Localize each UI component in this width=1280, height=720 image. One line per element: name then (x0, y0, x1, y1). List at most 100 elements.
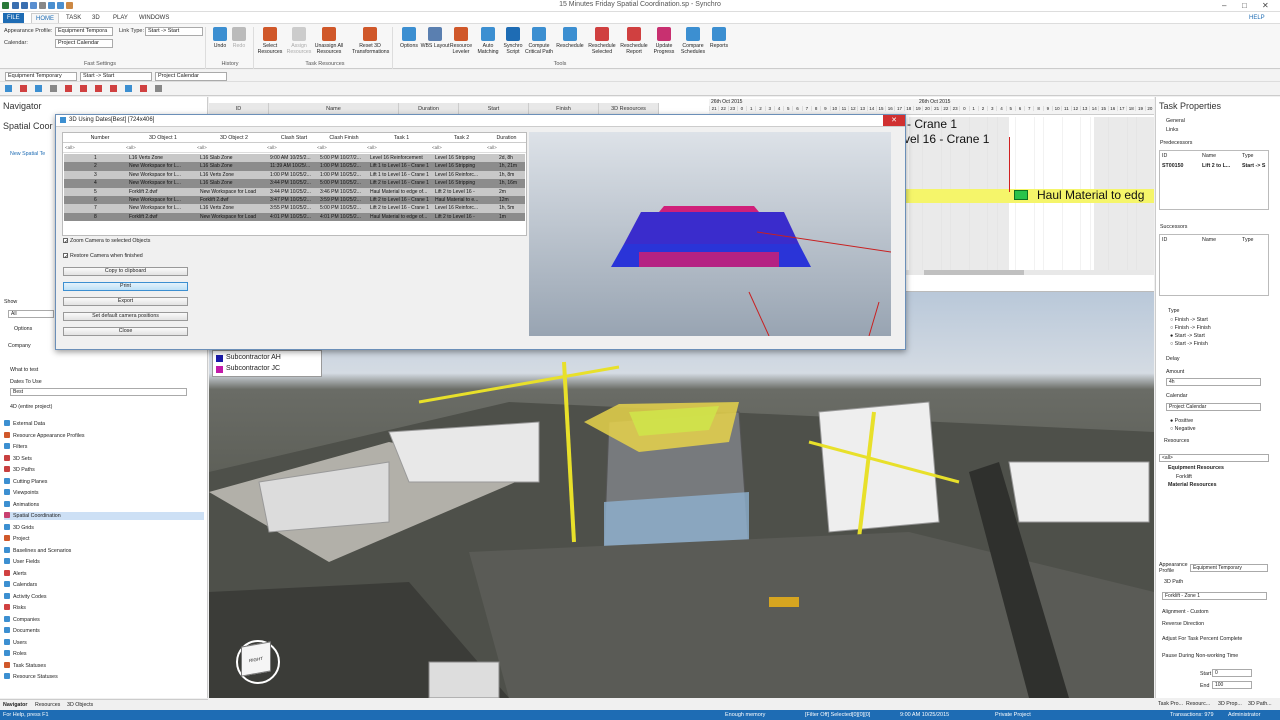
pointer-icon[interactable] (5, 85, 12, 92)
filter-cell[interactable]: <all> (197, 145, 207, 150)
tab-file[interactable]: FILE (3, 13, 24, 23)
props-tab-task[interactable]: Task Pro... (1158, 701, 1183, 707)
default-camera-button[interactable]: Set default camera positions (63, 312, 188, 321)
th-object-1[interactable]: 3D Object 1 (128, 135, 198, 141)
amount-input[interactable]: 4h (1166, 378, 1261, 386)
resources-filter[interactable]: <all> (1159, 454, 1269, 462)
type-start-finish[interactable]: ○ Start -> Finish (1170, 341, 1208, 347)
filter-cell[interactable]: <all> (126, 145, 136, 150)
navigator-item[interactable]: Animations (4, 500, 39, 509)
filter-cell[interactable]: <all> (267, 145, 277, 150)
tool-icon[interactable] (110, 85, 117, 92)
zoom-camera-checkbox[interactable]: ✓ Zoom Camera to selected Objects (63, 238, 150, 245)
tab-resources[interactable]: Resources (35, 702, 60, 708)
minimize-icon[interactable]: – (1222, 1, 1226, 10)
filter-cell[interactable]: <all> (317, 145, 327, 150)
alignment-select[interactable]: Alignment - Custom (1162, 609, 1209, 615)
export-button[interactable]: Export (63, 297, 188, 306)
dates-select[interactable]: Best (10, 388, 187, 396)
navigator-item[interactable]: 3D Paths (4, 466, 35, 474)
restore-camera-checkbox[interactable]: ✓ Restore Camera when finished (63, 253, 143, 260)
calendar-select[interactable]: Project Calendar (55, 39, 113, 48)
navigator-item[interactable]: External Data (4, 420, 45, 428)
navigator-item[interactable]: Viewpoints (4, 489, 39, 497)
tab-3d[interactable]: 3D (88, 13, 104, 23)
tool-icon[interactable] (125, 85, 132, 92)
toolbar-link-select[interactable]: Start -> Start (80, 72, 152, 81)
filter-cell[interactable]: <all> (65, 145, 75, 150)
th-duration[interactable]: Duration (489, 135, 524, 141)
scroll-thumb[interactable] (924, 270, 1024, 275)
navigator-item[interactable]: Companies (4, 615, 40, 624)
calendar-select[interactable]: Project Calendar (1166, 403, 1261, 411)
print-button[interactable]: Print (63, 282, 188, 291)
table-row[interactable]: 6 New Workspace for L... Forklift 2.dwf 3:4… (64, 196, 525, 205)
mode-4d-option[interactable]: 4D (entire project) (10, 403, 52, 411)
table-row[interactable]: 3 New Workspace for L... L16 Verts Zone 1:0… (64, 170, 525, 180)
reschedule-button[interactable]: Reschedule (555, 27, 585, 49)
table-row[interactable]: 1 L16 Verts Zone L16 Slab Zone 9:00 AM 10/2… (64, 154, 525, 163)
link-type-select[interactable]: Start -> Start (145, 27, 203, 36)
resource-leveler-button[interactable]: Resource Leveler (446, 27, 476, 55)
adjust-percent[interactable]: Adjust For Task Percent Complete (1162, 636, 1242, 642)
navigator-item[interactable]: User Fields (4, 558, 40, 566)
navigator-item[interactable]: Calendars (4, 581, 37, 589)
th-clash-start[interactable]: Clash Start (269, 135, 319, 141)
props-general[interactable]: General (1166, 118, 1185, 124)
pause-nonworking[interactable]: Pause During Non-working Time (1162, 653, 1238, 659)
reports-button[interactable]: Reports (704, 27, 734, 49)
appearance-select[interactable]: Equipment Temporary (1190, 564, 1268, 572)
table-row[interactable]: 2 New Workspace for L... L16 Slab Zone 11:3… (64, 162, 525, 171)
navigator-item[interactable]: Resource Appearance Profiles (4, 431, 85, 440)
tab-home[interactable]: HOME (31, 13, 59, 23)
navigator-item[interactable]: Task Statuses (4, 661, 46, 670)
props-tab-resources[interactable]: Resourc... (1186, 701, 1210, 707)
maximize-icon[interactable]: □ (1242, 1, 1247, 10)
delete-icon[interactable] (140, 85, 147, 92)
gantt-task-bar[interactable] (1014, 190, 1028, 200)
type-start-start[interactable]: ● Start -> Start (1170, 333, 1205, 339)
res-equipment[interactable]: Equipment Resources (1168, 465, 1224, 471)
pred-id[interactable]: ST00150 (1162, 163, 1184, 169)
reschedule-report-button[interactable]: Reschedule Report (619, 27, 649, 55)
tool-icon[interactable] (35, 85, 42, 92)
viewcube[interactable]: RIGHT (241, 641, 271, 677)
select-resources-button[interactable]: Select Resources (255, 27, 285, 55)
redo-button[interactable]: Redo (224, 27, 254, 49)
navigator-item[interactable]: Baselines and Scenarios (4, 546, 71, 555)
reschedule-selected-button[interactable]: Reschedule Selected (587, 27, 617, 55)
th-object-2[interactable]: 3D Object 2 (199, 135, 269, 141)
res-forklift[interactable]: Forklift (1176, 474, 1192, 480)
tool-icon[interactable] (50, 85, 57, 92)
tab-navigator[interactable]: Navigator (3, 702, 27, 708)
tab-play[interactable]: PLAY (109, 13, 132, 23)
pred-name[interactable]: Lift 2 to L... (1202, 163, 1230, 169)
tool-icon[interactable] (20, 85, 27, 92)
tree-item-spatial-test[interactable]: New Spatial Te (10, 150, 45, 158)
th-clash-finish[interactable]: Clash Finish (319, 135, 369, 141)
table-row[interactable]: 5 Forklift 2.dwf New Workspace for Load 3:4… (64, 187, 525, 196)
update-progress-button[interactable]: Update Progress (649, 27, 679, 55)
navigator-item[interactable]: Documents (4, 627, 40, 635)
tab-windows[interactable]: WINDOWS (135, 13, 173, 23)
3d-viewport[interactable]: RIGHT (209, 292, 1154, 698)
navigator-item[interactable]: Users (4, 638, 27, 647)
reset-3d-button[interactable]: Reset 3D Transformations (352, 27, 389, 55)
unassign-all-button[interactable]: Unassign All Resources (314, 27, 344, 55)
filter-cell[interactable]: <all> (367, 145, 377, 150)
th-task-1[interactable]: Task 1 (369, 135, 434, 141)
props-tab-3d[interactable]: 3D Prop... (1218, 701, 1242, 707)
compute-critical-button[interactable]: Compute Critical Path (524, 27, 554, 55)
tab-task[interactable]: TASK (62, 13, 85, 23)
type-finish-finish[interactable]: ○ Finish -> Finish (1170, 325, 1211, 331)
filter-cell[interactable]: <all> (487, 145, 497, 150)
assign-resources-button[interactable]: Assign Resources (284, 27, 314, 55)
props-links[interactable]: Links (1166, 127, 1178, 133)
navigator-item[interactable]: Activity Codes (4, 592, 47, 601)
th-number[interactable]: Number (75, 135, 125, 141)
table-row[interactable]: 8 Forklift 2.dwf New Workspace for Load 4:0… (64, 212, 525, 222)
show-select[interactable]: All (8, 310, 54, 318)
copy-clipboard-button[interactable]: Copy to clipboard (63, 267, 188, 276)
navigator-item[interactable]: 3D Sets (4, 454, 32, 463)
positive-radio[interactable]: ● Positive (1170, 418, 1193, 424)
